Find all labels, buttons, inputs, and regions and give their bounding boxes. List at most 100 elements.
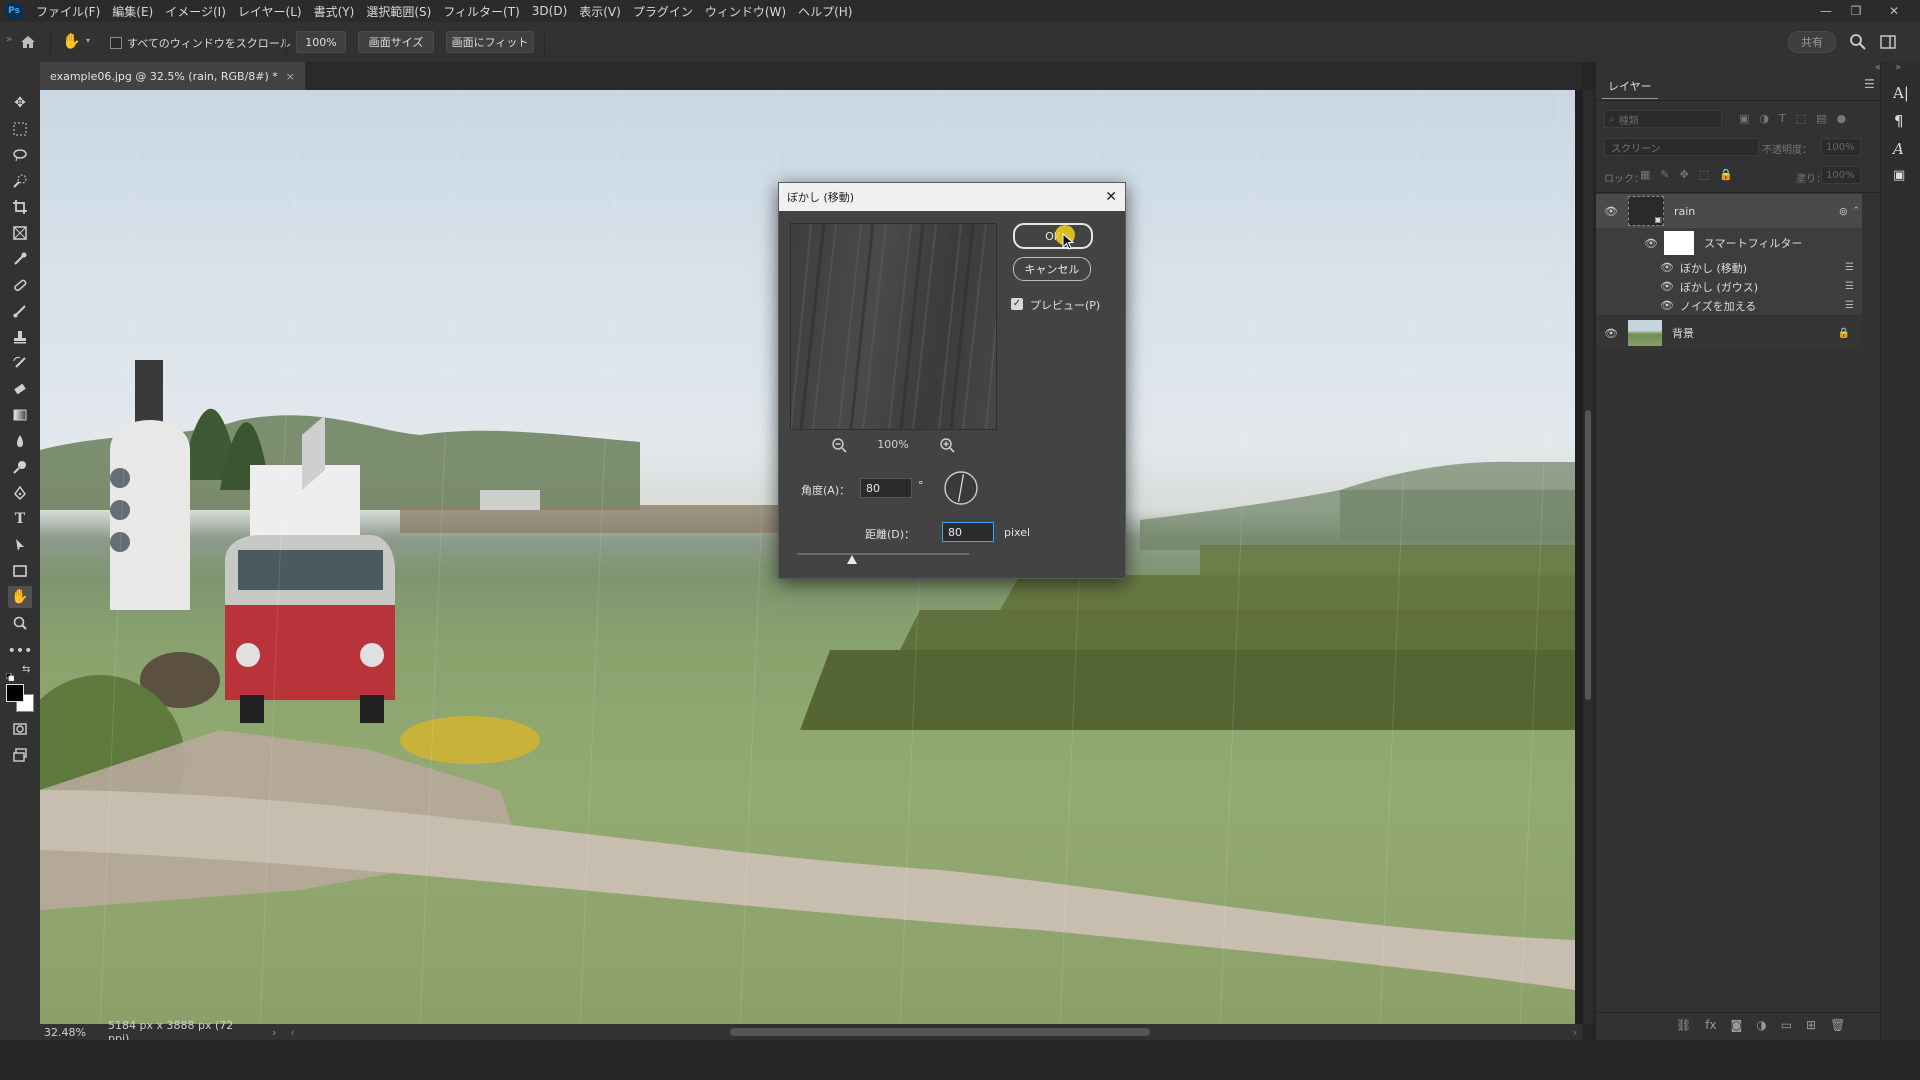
filter-shape-icon[interactable]: ⬚	[1796, 112, 1806, 125]
layer-row-rain[interactable]: 👁 ▣ rain ⊚ ⌃	[1596, 194, 1862, 228]
menu-view[interactable]: 表示(V)	[573, 3, 627, 20]
stamp-tool-icon[interactable]	[8, 326, 32, 348]
filter-name[interactable]: ノイズを加える	[1680, 298, 1756, 314]
layer-name[interactable]: 背景	[1672, 325, 1694, 341]
screen-size-button[interactable]: 画面サイズ	[358, 31, 434, 53]
menu-select[interactable]: 選択範囲(S)	[360, 3, 437, 20]
filter-row-add-noise[interactable]: 👁 ノイズを加える ☰	[1596, 296, 1862, 315]
scroll-right-icon[interactable]: ›	[1573, 1026, 1577, 1039]
character-panel-icon[interactable]: A|	[1893, 84, 1909, 102]
visibility-eye-icon[interactable]: 👁	[1604, 327, 1618, 340]
properties-panel-icon[interactable]: ▣	[1893, 168, 1905, 183]
filter-adjustment-icon[interactable]: ◑	[1759, 112, 1769, 125]
blending-options-icon[interactable]: ☰	[1845, 300, 1854, 311]
scroll-all-checkbox[interactable]	[110, 37, 122, 49]
panel-menu-icon[interactable]: ☰	[1864, 77, 1875, 91]
vertical-scrollbar[interactable]	[1583, 90, 1593, 1024]
lock-image-icon[interactable]: ✎	[1660, 168, 1669, 181]
lock-transparent-icon[interactable]: ▦	[1640, 168, 1650, 181]
lock-all-icon[interactable]: 🔒	[1719, 168, 1733, 181]
path-selection-tool-icon[interactable]	[8, 534, 32, 556]
blur-tool-icon[interactable]	[8, 430, 32, 452]
visibility-eye-icon[interactable]: 👁	[1660, 299, 1674, 312]
document-tab[interactable]: example06.jpg @ 32.5% (rain, RGB/8#) * ×	[40, 62, 306, 90]
panel-collapse-icon[interactable]: »	[1895, 62, 1901, 73]
menu-type[interactable]: 書式(Y)	[308, 3, 361, 20]
filter-row-motion-blur[interactable]: 👁 ぼかし (移動) ☰	[1596, 258, 1862, 277]
frame-tool-icon[interactable]	[8, 222, 32, 244]
screen-mode-icon[interactable]	[8, 744, 32, 766]
menu-plugins[interactable]: プラグイン	[627, 3, 699, 20]
opacity-input[interactable]: 100%	[1821, 138, 1861, 156]
move-tool-icon[interactable]: ✥	[8, 92, 32, 114]
menu-window[interactable]: ウィンドウ(W)	[699, 3, 792, 20]
filter-smart-object-icon[interactable]: ▤	[1816, 112, 1826, 125]
distance-slider-track[interactable]	[797, 553, 969, 555]
quick-selection-tool-icon[interactable]	[8, 170, 32, 192]
search-icon[interactable]	[1848, 32, 1868, 52]
delete-layer-icon[interactable]: 🗑	[1830, 1018, 1845, 1032]
menu-file[interactable]: ファイル(F)	[30, 3, 106, 20]
adjustment-layer-icon[interactable]: ◑	[1756, 1018, 1766, 1032]
zoom-out-icon[interactable]	[831, 437, 847, 453]
filter-effects-icon[interactable]: ⊚	[1839, 205, 1848, 218]
hand-tool-icon[interactable]: ✋	[8, 586, 32, 608]
minimize-button[interactable]: —	[1812, 0, 1840, 22]
filter-name[interactable]: ぼかし (移動)	[1680, 260, 1747, 276]
default-colors-icon[interactable]	[5, 666, 15, 682]
fit-screen-button[interactable]: 画面にフィット	[446, 31, 534, 53]
filter-type-icon[interactable]: T	[1779, 112, 1786, 125]
quick-mask-icon[interactable]	[8, 718, 32, 740]
ok-button[interactable]: OK	[1013, 223, 1093, 249]
menu-layer[interactable]: レイヤー(L)	[232, 3, 308, 20]
new-layer-icon[interactable]: ⊞	[1806, 1018, 1816, 1032]
filter-toggle-icon[interactable]: ●	[1837, 112, 1847, 125]
blending-options-icon[interactable]: ☰	[1845, 262, 1854, 273]
dodge-tool-icon[interactable]	[8, 456, 32, 478]
healing-brush-tool-icon[interactable]	[8, 274, 32, 296]
scroll-left-icon[interactable]: ‹	[290, 1026, 294, 1039]
visibility-eye-icon[interactable]: 👁	[1644, 237, 1658, 250]
home-icon[interactable]	[18, 32, 38, 52]
visibility-eye-icon[interactable]: 👁	[1604, 205, 1618, 218]
menu-3d[interactable]: 3D(D)	[526, 4, 573, 18]
panel-collapse-icon[interactable]: »	[6, 34, 12, 45]
visibility-eye-icon[interactable]: 👁	[1660, 280, 1674, 293]
paragraph-panel-icon[interactable]: ¶	[1894, 112, 1904, 130]
status-zoom[interactable]: 32.48%	[44, 1026, 102, 1039]
zoom-in-icon[interactable]	[939, 437, 955, 453]
angle-dial[interactable]	[943, 470, 979, 506]
chevron-down-icon[interactable]: ▾	[86, 36, 90, 45]
type-tool-icon[interactable]: T	[8, 508, 32, 530]
pen-tool-icon[interactable]	[8, 482, 32, 504]
share-button[interactable]: 共有	[1788, 31, 1836, 53]
preview-checkbox[interactable]: ✓	[1011, 298, 1023, 310]
close-window-button[interactable]: ✕	[1880, 0, 1908, 22]
eraser-tool-icon[interactable]	[8, 378, 32, 400]
eyedropper-tool-icon[interactable]	[8, 248, 32, 270]
history-brush-tool-icon[interactable]	[8, 352, 32, 374]
foreground-color-swatch[interactable]	[6, 684, 24, 702]
new-group-icon[interactable]: ▭	[1781, 1018, 1792, 1032]
link-layers-icon[interactable]: ⛓	[1676, 1018, 1691, 1032]
layer-filter-select[interactable]: ⌕ 種類	[1604, 110, 1722, 128]
chevron-up-icon[interactable]: ⌃	[1852, 206, 1860, 216]
menu-filter[interactable]: フィルター(T)	[437, 3, 525, 20]
filter-name[interactable]: ぼかし (ガウス)	[1680, 279, 1758, 295]
filter-pixel-icon[interactable]: ▣	[1739, 112, 1749, 125]
marquee-tool-icon[interactable]	[8, 118, 32, 140]
angle-input[interactable]: 80	[860, 478, 912, 498]
smart-filter-mask-thumbnail[interactable]	[1663, 231, 1694, 255]
hand-tool-icon[interactable]: ✋	[62, 32, 82, 52]
filter-row-gaussian-blur[interactable]: 👁 ぼかし (ガウス) ☰	[1596, 277, 1862, 296]
glyphs-panel-icon[interactable]: A	[1893, 140, 1904, 158]
lasso-tool-icon[interactable]	[8, 144, 32, 166]
layer-name[interactable]: rain	[1674, 205, 1695, 218]
distance-slider-thumb[interactable]	[847, 555, 858, 564]
menu-image[interactable]: イメージ(I)	[159, 3, 232, 20]
rectangle-tool-icon[interactable]	[8, 560, 32, 582]
menu-edit[interactable]: 編集(E)	[106, 3, 159, 20]
status-menu-arrow-icon[interactable]: ›	[272, 1026, 276, 1039]
layer-row-background[interactable]: 👁 背景 🔒	[1596, 316, 1862, 350]
blending-options-icon[interactable]: ☰	[1845, 281, 1854, 292]
